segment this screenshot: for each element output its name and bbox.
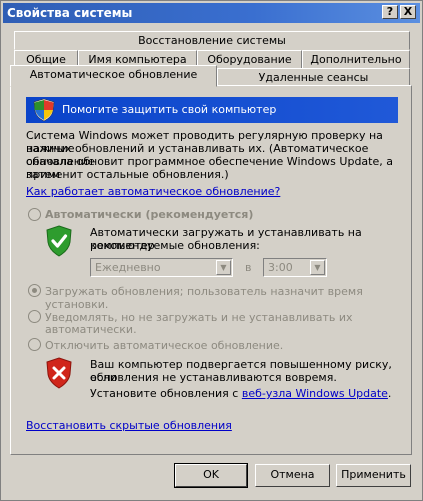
risk-line-3-suffix: . (387, 387, 392, 400)
at-label: в (245, 261, 252, 274)
apply-button[interactable]: Применить (336, 464, 411, 487)
day-select[interactable]: Ежедневно ▼ (90, 258, 233, 277)
option-download-label: Загружать обновления; пользователь назна… (45, 285, 363, 311)
restore-hidden-updates-link[interactable]: Восстановить скрытые обновления (26, 419, 232, 432)
day-select-chevron-down-icon: ▼ (216, 260, 231, 275)
help-button[interactable]: ? (382, 5, 398, 19)
security-shield-icon (33, 98, 55, 122)
intro-line-4: применит остальные обновления.) (26, 168, 229, 181)
radio-automatic[interactable] (28, 208, 41, 221)
cancel-button[interactable]: Отмена (255, 464, 330, 487)
close-button[interactable]: X (400, 5, 416, 19)
radio-download[interactable] (28, 284, 41, 297)
radio-notify[interactable] (28, 310, 41, 323)
time-select-chevron-down-icon: ▼ (310, 260, 325, 275)
option-automatic-label: Автоматически (рекомендуется) (45, 208, 254, 221)
risk-line-3: Установите обновления с веб-узла Windows… (90, 387, 391, 400)
banner-text: Помогите защитить свой компьютер (62, 103, 277, 116)
option-notify-line-2: автоматически. (45, 323, 137, 336)
window-title: Свойства системы (7, 6, 133, 20)
how-it-works-link[interactable]: Как работает автоматическое обновление? (26, 185, 280, 198)
day-select-value: Ежедневно (95, 261, 161, 274)
tab-system-restore[interactable]: Восстановление системы (14, 31, 410, 50)
radio-off[interactable] (28, 338, 41, 351)
red-shield-x-icon (46, 357, 72, 389)
ok-button[interactable]: OK (174, 463, 248, 488)
auto-desc-line-2: рекомендуемые обновления: (90, 239, 260, 252)
security-banner: Помогите защитить свой компьютер (26, 97, 398, 123)
time-select[interactable]: 3:00 ▼ (263, 258, 327, 277)
option-off-label: Отключить автоматическое обновление. (45, 339, 284, 352)
tab-advanced[interactable]: Дополнительно (302, 50, 410, 69)
risk-line-3-prefix: Установите обновления с (90, 387, 242, 400)
system-properties-window: Свойства системы ? X Восстановление сист… (0, 0, 423, 501)
title-bar[interactable]: Свойства системы ? X (3, 3, 420, 23)
tab-automatic-updates[interactable]: Автоматическое обновление (10, 65, 217, 87)
risk-line-2: обновления не устанавливаются вовремя. (90, 371, 337, 384)
windows-update-link[interactable]: веб-узла Windows Update (242, 387, 388, 400)
time-select-value: 3:00 (268, 261, 293, 274)
green-shield-check-icon (46, 225, 72, 257)
